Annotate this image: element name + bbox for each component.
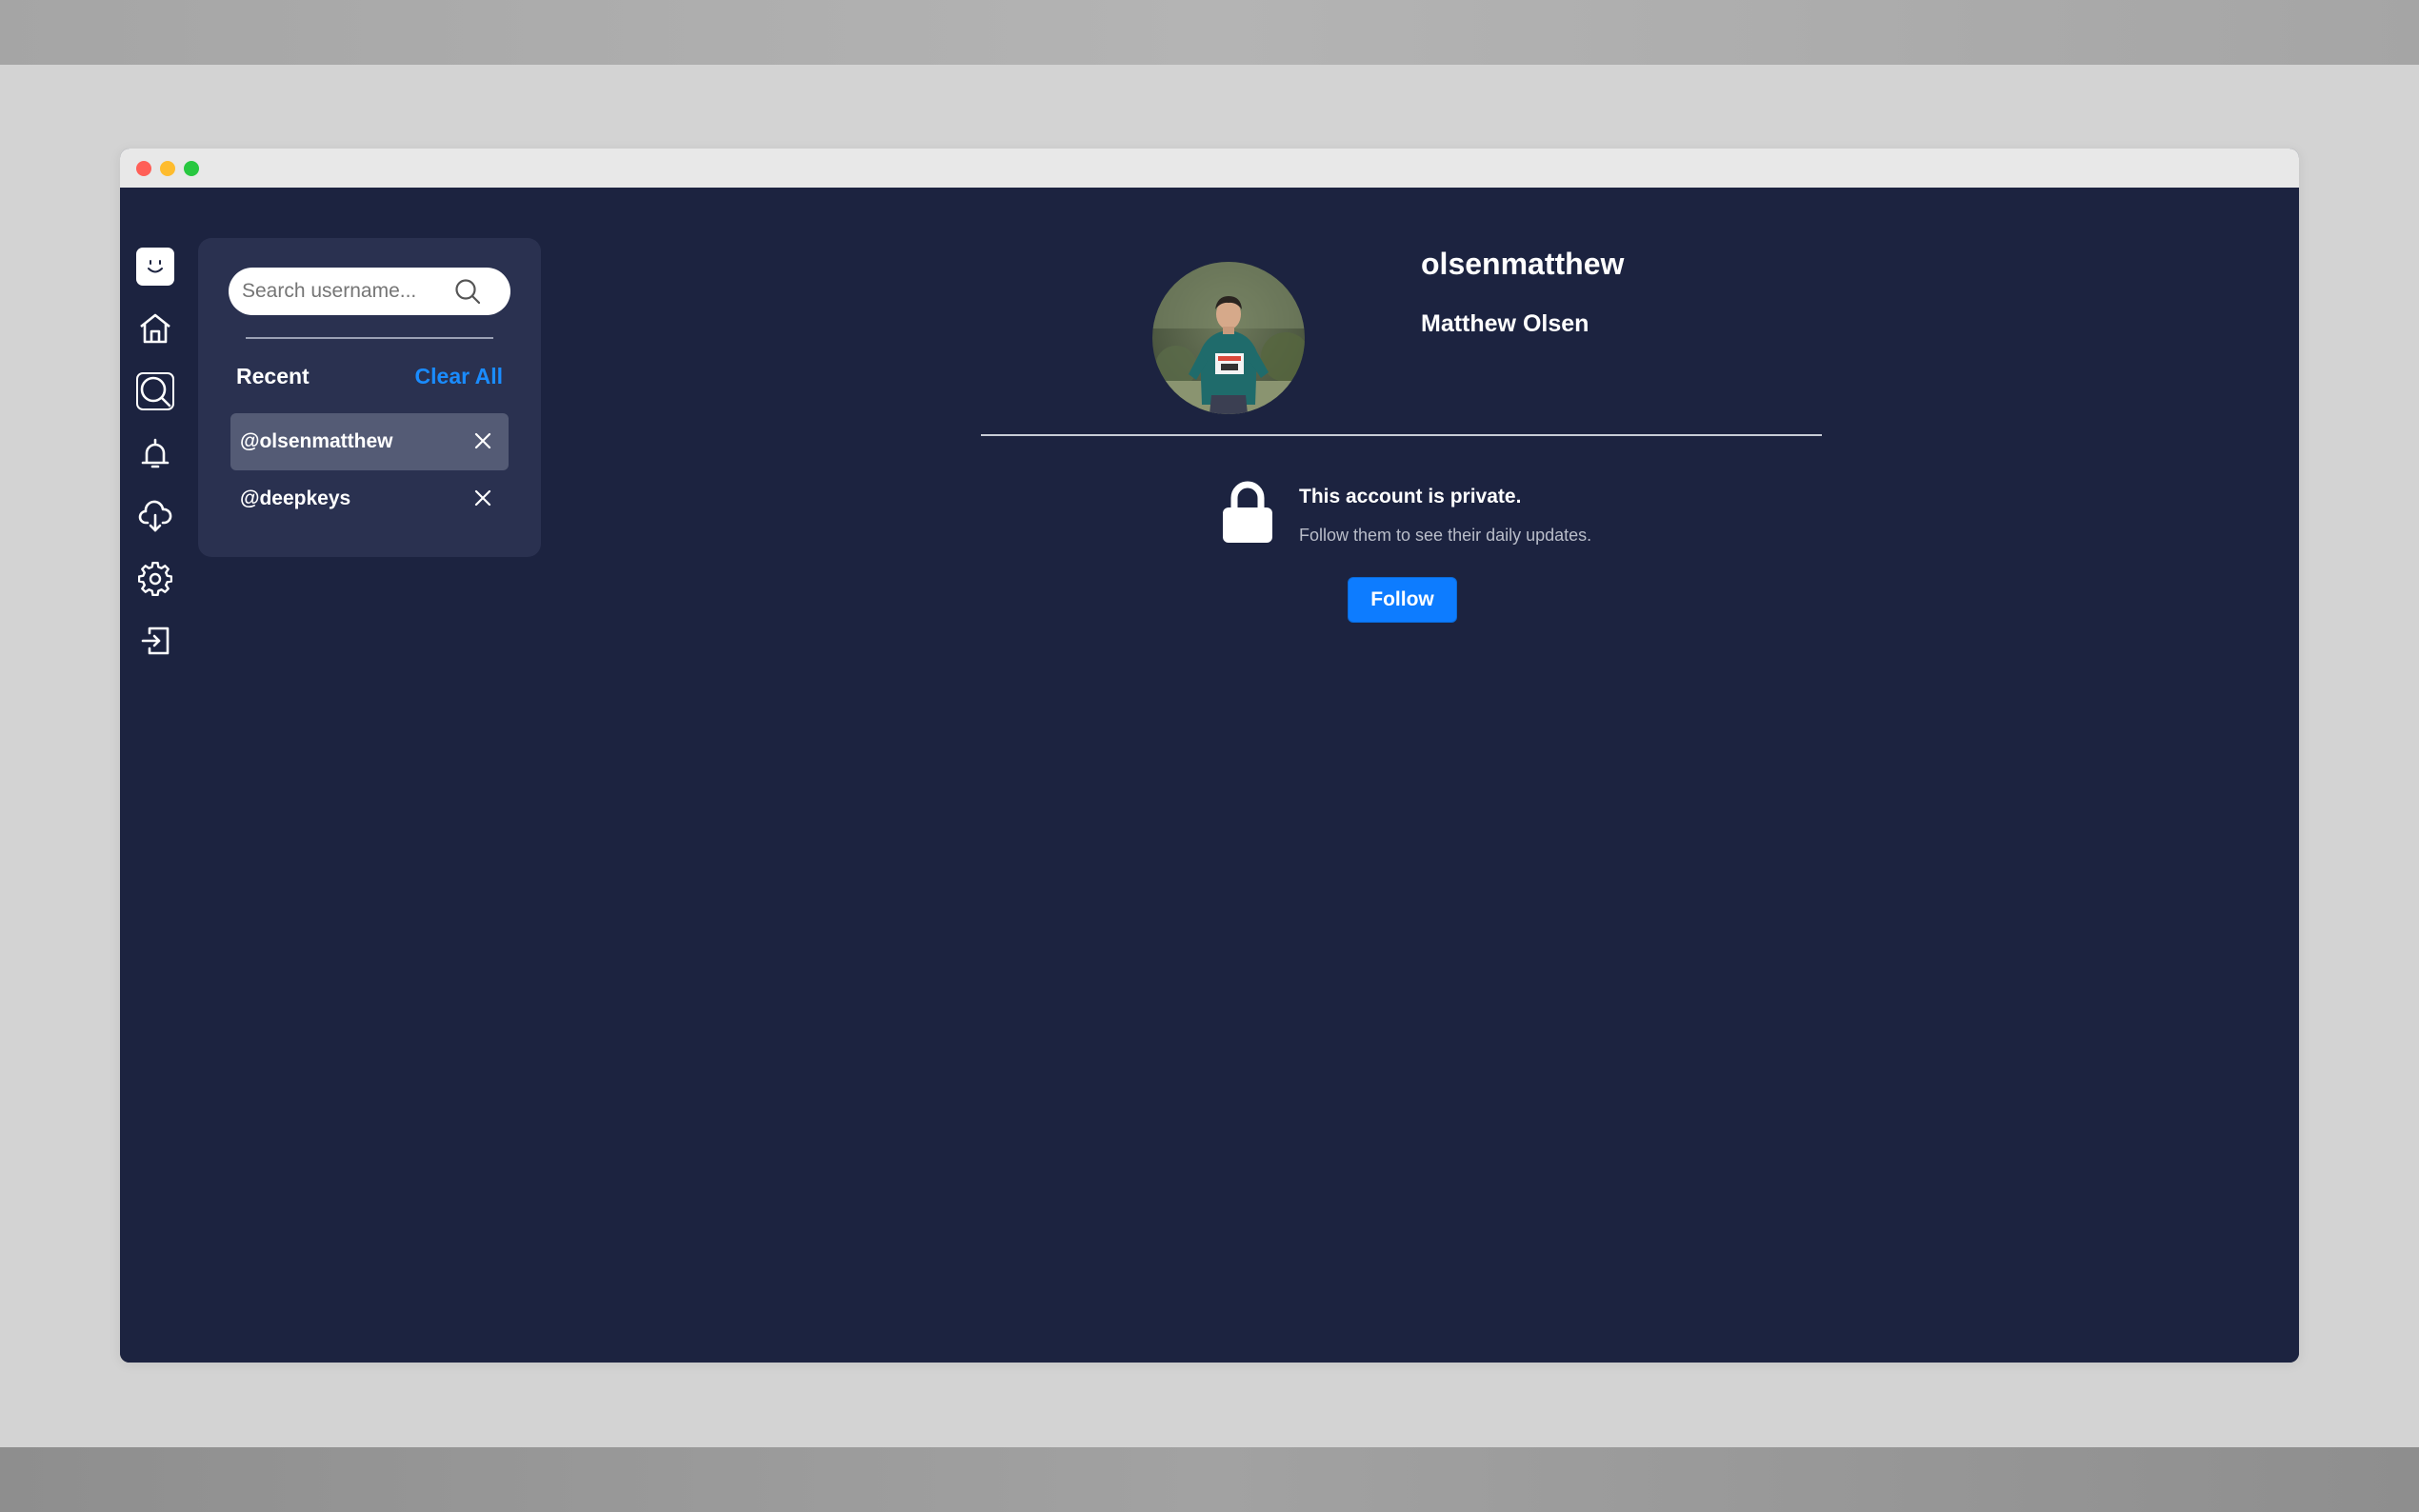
recent-item-handle: @deepkeys xyxy=(240,487,351,509)
search-input[interactable] xyxy=(242,268,451,315)
search-icon[interactable] xyxy=(136,372,174,410)
close-window-button[interactable] xyxy=(136,161,151,176)
face-logo-icon[interactable] xyxy=(136,248,174,286)
private-account-subtitle: Follow them to see their daily updates. xyxy=(1299,526,1592,545)
recent-item-handle: @olsenmatthew xyxy=(240,430,393,452)
profile-username: olsenmatthew xyxy=(1421,247,1625,281)
remove-recent-close-icon[interactable] xyxy=(470,428,495,453)
app-content: Recent Clear All @olsenmatthew @deepkeys xyxy=(120,188,2299,1363)
desktop-bottom-band xyxy=(0,1447,2419,1512)
remove-recent-close-icon[interactable] xyxy=(470,486,495,510)
panel-divider xyxy=(246,337,493,339)
search-box xyxy=(229,268,510,315)
recent-heading: Recent xyxy=(236,364,310,388)
clear-all-button[interactable]: Clear All xyxy=(415,364,503,389)
bell-icon[interactable] xyxy=(136,435,174,473)
window-titlebar xyxy=(120,149,2299,188)
follow-button[interactable]: Follow xyxy=(1348,577,1457,623)
recent-item[interactable]: @olsenmatthew xyxy=(230,413,509,470)
search-panel: Recent Clear All @olsenmatthew @deepkeys xyxy=(198,238,541,557)
logout-icon[interactable] xyxy=(136,622,174,660)
home-icon[interactable] xyxy=(136,309,174,348)
gear-icon[interactable] xyxy=(136,560,174,598)
cloud-download-icon[interactable] xyxy=(136,497,174,535)
recent-item[interactable]: @deepkeys xyxy=(230,470,509,527)
lock-icon xyxy=(1219,481,1276,544)
desktop-top-band xyxy=(0,0,2419,65)
profile-full-name: Matthew Olsen xyxy=(1421,310,1589,337)
maximize-window-button[interactable] xyxy=(184,161,199,176)
minimize-window-button[interactable] xyxy=(160,161,175,176)
profile-divider xyxy=(981,434,1822,436)
search-submit-icon[interactable] xyxy=(453,277,482,306)
private-account-title: This account is private. xyxy=(1299,486,1522,507)
profile-avatar xyxy=(1152,262,1305,414)
app-window: Recent Clear All @olsenmatthew @deepkeys xyxy=(120,149,2299,1363)
